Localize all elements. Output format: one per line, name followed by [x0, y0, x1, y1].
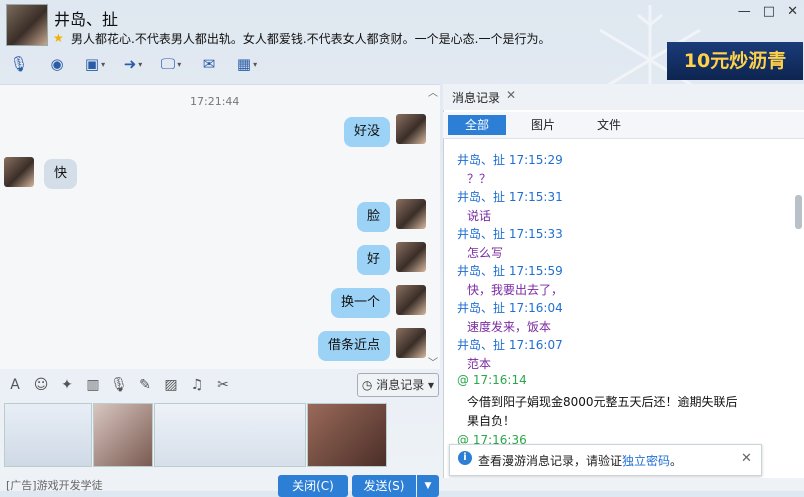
my-avatar — [396, 285, 426, 315]
history-self-sender-line: @ 17:16:14 — [457, 373, 527, 387]
edit-icon[interactable]: ✎ — [134, 377, 156, 393]
tab-pictures[interactable]: 图片 — [520, 115, 566, 135]
font-icon[interactable]: A — [4, 377, 26, 393]
message-bubble[interactable]: 借条近点 — [318, 331, 391, 361]
history-message: 快，我要出去了， — [467, 283, 564, 297]
file-transfer-icon[interactable]: ➜ ▾ — [114, 49, 152, 79]
scroll-up-icon[interactable]: ︿ — [428, 84, 438, 99]
close-history-icon[interactable]: ✕ — [506, 88, 516, 102]
my-avatar — [396, 114, 426, 144]
close-window-button[interactable]: ✕ — [787, 4, 798, 19]
minimize-button[interactable]: — — [738, 4, 751, 19]
contact-avatar-small — [4, 157, 34, 187]
history-sender-line: 井岛、扯 17:16:04 — [457, 301, 563, 315]
history-message: 怎么写 — [467, 246, 504, 260]
message-bubble[interactable]: 好 — [357, 245, 391, 275]
history-message: ？？ — [467, 172, 492, 186]
send-button[interactable]: 发送(S) — [352, 475, 416, 497]
message-bubble[interactable]: 换一个 — [331, 288, 391, 318]
send-options-icon[interactable]: ▼ — [417, 475, 439, 497]
history-message: 范本 — [467, 357, 492, 371]
gif-icon[interactable]: ▥ — [82, 377, 104, 393]
history-scrollbar[interactable] — [795, 195, 802, 229]
window-controls: — □ ✕ — [738, 4, 798, 19]
message-icon[interactable]: ✉ — [190, 49, 228, 79]
close-button[interactable]: 关闭(C) — [278, 475, 348, 497]
chat-timestamp: 17:21:44 — [190, 95, 240, 108]
independent-password-link[interactable]: 独立密码 — [622, 454, 670, 468]
message-bubble[interactable]: 脸 — [357, 202, 391, 232]
message-bubble[interactable]: 快 — [44, 159, 78, 189]
image-thumbnail[interactable] — [4, 403, 92, 467]
maximize-button[interactable]: □ — [763, 4, 775, 19]
video-call-icon[interactable]: ◉ — [38, 49, 76, 79]
contact-avatar[interactable] — [6, 4, 48, 46]
microphone-icon[interactable]: 🎙 — [0, 49, 38, 79]
my-avatar — [396, 328, 426, 358]
remote-desktop-icon[interactable]: 🖵 ▾ — [152, 49, 190, 79]
history-panel-footer — [443, 478, 804, 491]
history-panel-title: 消息记录 — [452, 91, 501, 105]
history-sender-line: 井岛、扯 17:15:31 — [457, 190, 563, 204]
tab-all[interactable]: 全部 — [448, 115, 506, 135]
star-icon: ★ — [53, 31, 64, 45]
close-notice-icon[interactable]: ✕ — [741, 451, 752, 466]
history-message: 今借到阳子娟现金8000元整五天后还！逾期失联后 — [467, 395, 738, 409]
contact-signature: 男人都花心.不代表男人都出轨。女人都爱钱.不代表女人都贪财。一个是心态.一个是行… — [71, 32, 551, 46]
tab-files[interactable]: 文件 — [586, 115, 632, 135]
history-message: 说话 — [467, 209, 492, 223]
my-avatar — [396, 242, 426, 272]
info-icon: i — [458, 451, 472, 465]
music-icon[interactable]: ♫ — [186, 377, 208, 393]
ad-banner[interactable]: 10元炒沥青 — [667, 42, 803, 80]
history-sender-line: 井岛、扯 17:15:33 — [457, 227, 563, 241]
history-message: 速度发来，饭本 — [467, 320, 552, 334]
apps-icon[interactable]: ▦ ▾ — [228, 49, 266, 79]
voice-message-icon[interactable]: 🎙 — [108, 377, 130, 393]
image-thumbnail[interactable] — [154, 403, 306, 467]
history-sender-line: 井岛、扯 17:16:07 — [457, 338, 563, 352]
scroll-down-icon[interactable]: ﹀ — [428, 354, 438, 369]
history-message: 果自负！ — [467, 414, 516, 428]
history-sender-line: 井岛、扯 17:15:29 — [457, 153, 563, 167]
contact-name[interactable]: 井岛、扯 — [54, 6, 118, 30]
image-thumbnail[interactable] — [307, 403, 387, 467]
history-sender-line: 井岛、扯 17:15:59 — [457, 264, 563, 278]
screen-share-icon[interactable]: ▣ ▾ — [76, 49, 114, 79]
emoji-icon[interactable]: ☺ — [30, 377, 52, 393]
roaming-notice-text: 查看漫游消息记录，请验证独立密码。 — [478, 454, 683, 468]
image-thumbnail[interactable] — [93, 403, 153, 467]
chat-toolbar: 🎙 ◉ ▣ ▾ ➜ ▾ 🖵 ▾ ✉ ▦ ▾ — [0, 48, 266, 80]
image-icon[interactable]: ▨ — [160, 377, 182, 393]
my-avatar — [396, 199, 426, 229]
message-history-button[interactable]: ◷ 消息记录 ▾ — [357, 373, 439, 397]
message-bubble[interactable]: 好没 — [344, 117, 391, 147]
screenshot-scissors-icon[interactable]: ✂ — [212, 377, 234, 393]
magic-wand-icon[interactable]: ✦ — [56, 377, 78, 393]
